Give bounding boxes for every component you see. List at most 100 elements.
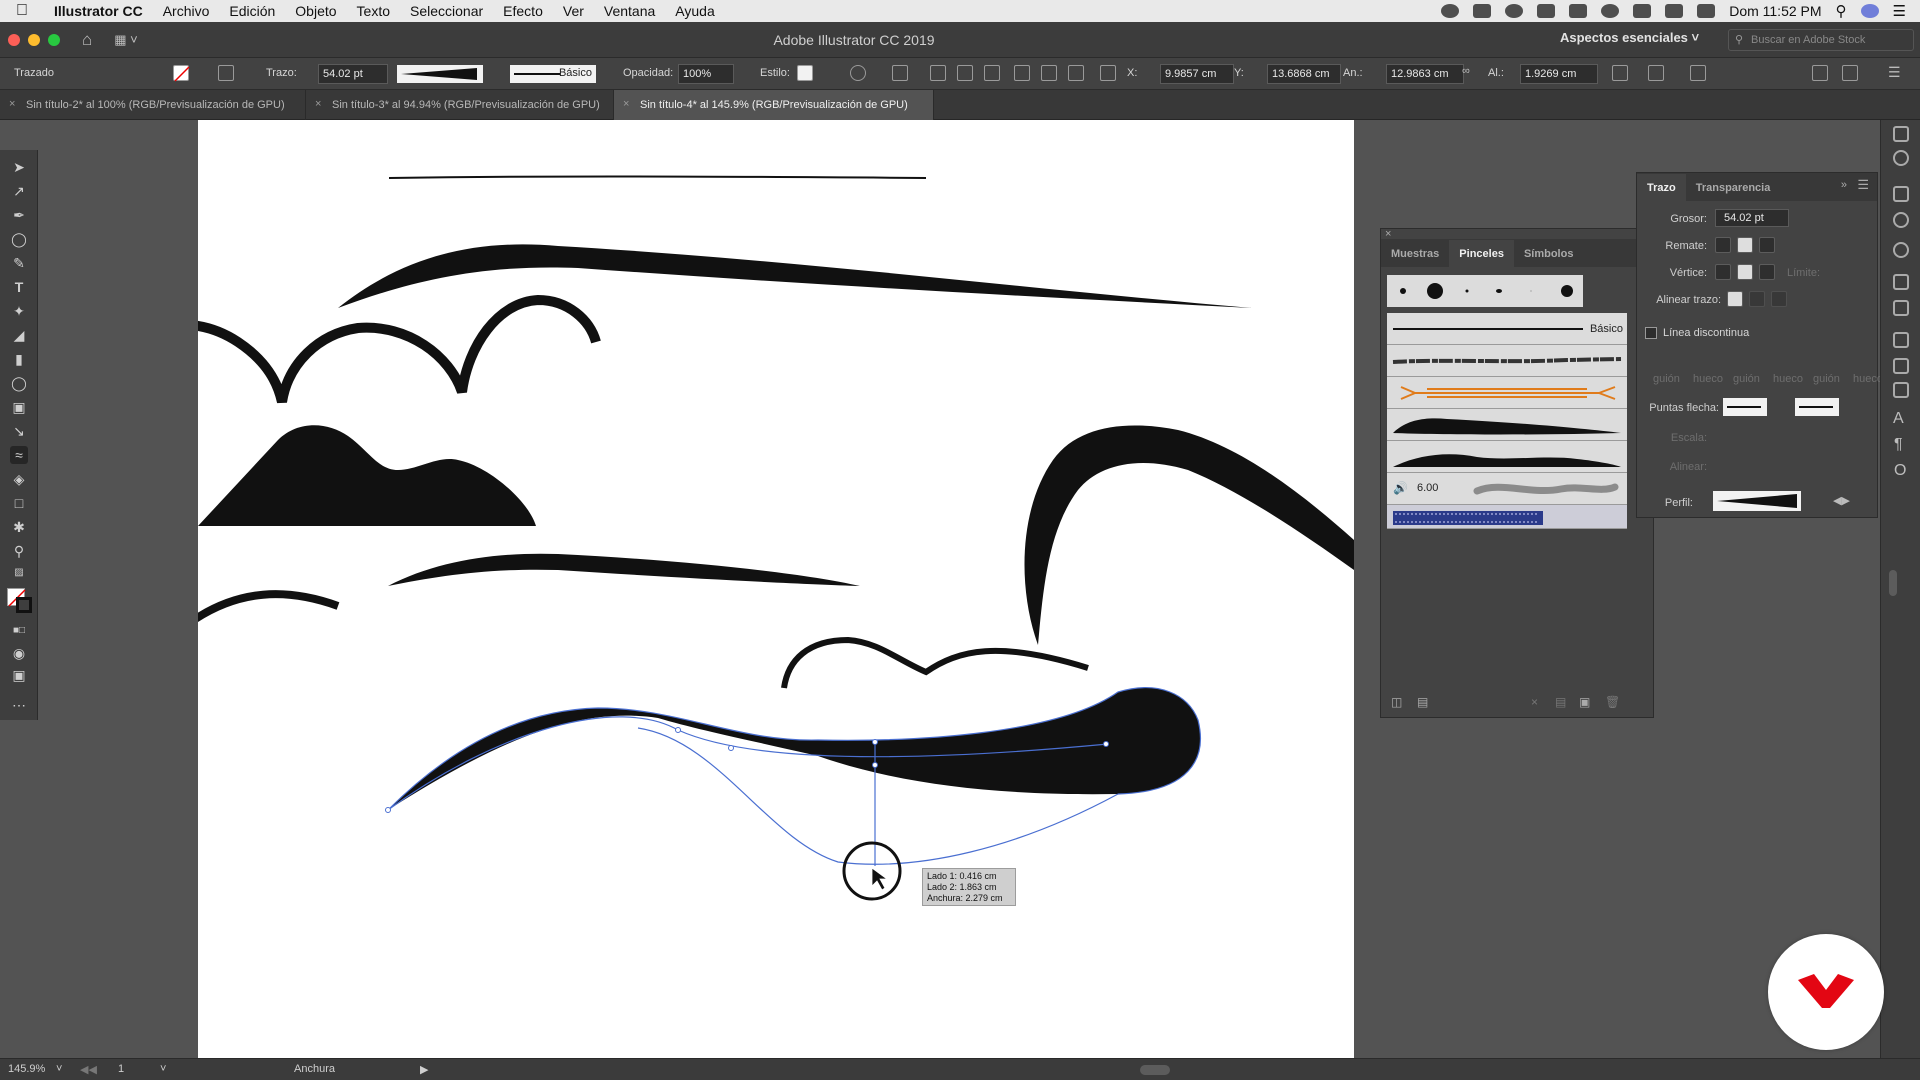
tab-pinceles[interactable]: Pinceles [1449, 240, 1514, 267]
ellipse-tool-icon[interactable]: ◯ [10, 230, 28, 248]
butt-cap-button[interactable] [1715, 237, 1731, 253]
shape-builder-tool-icon[interactable]: ◈ [10, 470, 28, 488]
graphic-styles-icon[interactable] [1893, 300, 1909, 316]
zoom-level[interactable]: 145.9% [8, 1063, 45, 1075]
artboard-number[interactable]: 1 [118, 1063, 124, 1075]
brush-tapered-1[interactable] [1387, 409, 1627, 441]
brush-bristle[interactable]: 🔊 6.00 [1387, 473, 1627, 505]
battery-icon[interactable] [1697, 4, 1716, 18]
tab-transparencia[interactable]: Transparencia [1686, 182, 1781, 201]
align-left-icon[interactable] [930, 65, 946, 81]
delete-brush-icon[interactable]: 🗑 [1605, 695, 1620, 709]
more-tools-icon[interactable]: ⋯ [10, 696, 28, 714]
drawing-mode-icon[interactable]: ◉ [10, 644, 28, 662]
projecting-cap-button[interactable] [1759, 237, 1775, 253]
menu-archivo[interactable]: Archivo [153, 3, 220, 19]
y-input[interactable]: 13.6868 cm [1267, 64, 1341, 84]
panel-options-icon[interactable] [1842, 65, 1858, 81]
status-menu-icon[interactable]: ▶ [420, 1063, 428, 1076]
symbols-icon[interactable] [1893, 274, 1909, 290]
align-outside-stroke-button[interactable] [1771, 291, 1787, 307]
opentype-icon[interactable]: O [1894, 462, 1906, 480]
properties-icon[interactable] [1893, 126, 1909, 142]
calligraphic-brushes-row[interactable] [1387, 275, 1583, 307]
brush-pattern[interactable] [1387, 505, 1627, 529]
stroke-panel-icon[interactable] [1893, 186, 1909, 202]
tab-document-4[interactable]: × Sin título-4* al 145.9% (RGB/Previsual… [614, 90, 934, 120]
color-panel-icon[interactable] [1893, 212, 1909, 228]
align-panel-icon[interactable] [1893, 358, 1909, 374]
shape-mode-icon[interactable] [1648, 65, 1664, 81]
width-input[interactable]: 12.9863 cm [1386, 64, 1464, 84]
arrange-panels-icon[interactable] [1812, 65, 1828, 81]
brush-libraries-menu-icon[interactable]: ◫ [1391, 695, 1402, 709]
type-tool-icon[interactable]: T [10, 278, 28, 296]
dropbox-icon[interactable] [1473, 4, 1492, 18]
remove-brush-stroke-icon[interactable]: × [1531, 695, 1538, 709]
puppet-warp-tool-icon[interactable]: ✱ [10, 518, 28, 536]
flip-profile-icon[interactable]: ◀▶ [1833, 494, 1850, 507]
airplay-icon[interactable] [1633, 4, 1652, 18]
workspace-select[interactable]: Aspectos esenciales ˅ [1560, 30, 1699, 45]
record-icon[interactable] [1441, 4, 1460, 18]
variable-width-profile-select[interactable] [397, 65, 483, 83]
close-tab-icon[interactable]: × [9, 98, 15, 110]
brush-basico[interactable]: Básico [1387, 313, 1627, 345]
align-right-icon[interactable] [984, 65, 1000, 81]
menu-edicion[interactable]: Edición [219, 3, 285, 19]
character-icon[interactable]: A [1893, 410, 1904, 428]
tab-muestras[interactable]: Muestras [1381, 248, 1449, 267]
brush-charcoal[interactable] [1387, 345, 1627, 377]
fill-swatch[interactable] [173, 65, 190, 82]
recolor-icon[interactable] [850, 65, 866, 81]
paintbrush-tool-icon[interactable]: ✎ [10, 254, 28, 272]
align-inside-stroke-button[interactable] [1749, 291, 1765, 307]
stock-search-input[interactable]: ⚲ Buscar en Adobe Stock [1728, 29, 1914, 51]
align-to-icon[interactable] [892, 65, 908, 81]
brush-arrow-orange[interactable] [1387, 377, 1627, 409]
artboard-tool-icon[interactable]: □ [10, 494, 28, 512]
screen-icon[interactable] [1537, 4, 1556, 18]
artwork-canvas[interactable] [198, 120, 1354, 1058]
control-bar-menu-icon[interactable]: ☰ [1888, 64, 1901, 81]
artboard[interactable] [198, 120, 1354, 1058]
paragraph-icon[interactable]: ¶ [1894, 436, 1903, 454]
menu-objeto[interactable]: Objeto [285, 3, 346, 19]
constrain-proportions-icon[interactable]: ∞ [1462, 65, 1478, 81]
volume-icon[interactable] [1665, 4, 1684, 18]
screen-mode-icon[interactable]: ▣ [10, 666, 28, 684]
weight-input[interactable]: 54.02 pt [1715, 209, 1789, 227]
brush-tapered-2[interactable] [1387, 441, 1627, 473]
stroke-weight-input[interactable]: 54.02 pt [318, 64, 388, 84]
collapse-panel-icon[interactable]: » [1841, 179, 1847, 191]
pen-tool-icon[interactable]: ✒ [10, 206, 28, 224]
align-center-stroke-button[interactable] [1727, 291, 1743, 307]
horizontal-scrollbar[interactable] [1140, 1065, 1170, 1075]
opacity-input[interactable]: 100% [678, 64, 734, 84]
bevel-join-button[interactable] [1759, 264, 1775, 280]
x-input[interactable]: 9.9857 cm [1160, 64, 1234, 84]
zoom-dropdown-icon[interactable]: ˅ [56, 1063, 62, 1075]
align-top-icon[interactable] [1014, 65, 1030, 81]
libraries-icon[interactable] [1893, 150, 1909, 166]
isolate-icon[interactable] [1690, 65, 1706, 81]
artboard-dropdown-icon[interactable]: ˅ [160, 1063, 166, 1075]
reference-point-icon[interactable] [1100, 65, 1116, 81]
wifi-icon[interactable] [1601, 4, 1620, 18]
profile-select[interactable] [1713, 491, 1801, 511]
menu-texto[interactable]: Texto [347, 3, 400, 19]
notification-center-icon[interactable]: ☰ [1893, 2, 1906, 20]
tab-document-3[interactable]: × Sin título-3* al 94.94% (RGB/Previsual… [306, 90, 614, 120]
graphic-style-swatch[interactable] [797, 65, 813, 81]
first-artboard-icon[interactable]: ◀◀ [80, 1063, 97, 1076]
close-panel-icon[interactable]: × [1385, 228, 1391, 240]
menu-ayuda[interactable]: Ayuda [665, 3, 724, 19]
options-selected-object-icon[interactable]: ▤ [1555, 695, 1566, 709]
reflect-tool-icon[interactable]: ◢ [10, 326, 28, 344]
default-colors-icon[interactable]: ▨ [10, 564, 28, 582]
tab-document-2[interactable]: × Sin título-2* al 100% (RGB/Previsualiz… [0, 90, 306, 120]
selection-tool-icon[interactable]: ➤ [10, 158, 28, 176]
direct-selection-tool-icon[interactable]: ↗ [10, 182, 28, 200]
end-arrowhead-select[interactable] [1795, 398, 1839, 416]
close-tab-icon[interactable]: × [623, 98, 629, 110]
